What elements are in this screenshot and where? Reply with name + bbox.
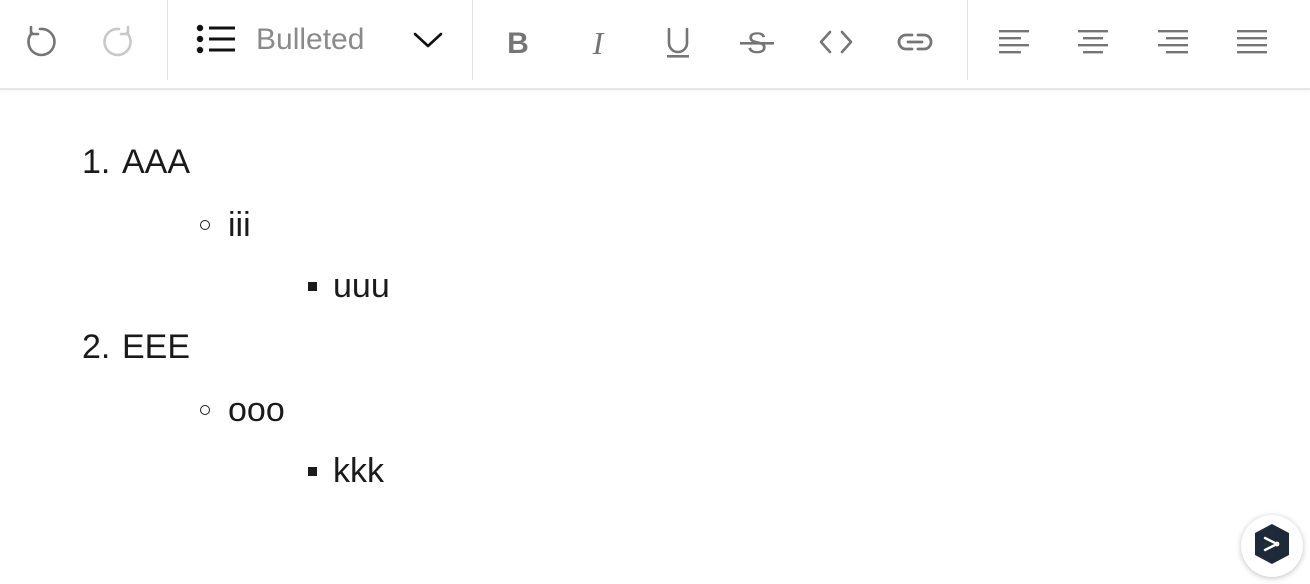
square-bullet-icon — [308, 467, 317, 476]
strikethrough-button[interactable]: S — [730, 15, 784, 69]
assistant-logo-icon — [1252, 522, 1292, 571]
editor-content-area[interactable]: 1. AAA iii uuu 2. EEE ooo kkk — [0, 90, 1310, 584]
undo-icon — [22, 24, 58, 60]
list-number: 2. — [82, 328, 111, 366]
align-justify-button[interactable] — [1225, 15, 1279, 69]
svg-text:I: I — [592, 26, 605, 58]
italic-button[interactable]: I — [571, 15, 625, 69]
toolbar-separator — [967, 0, 968, 80]
undo-button[interactable] — [13, 15, 67, 69]
ordered-list-item[interactable]: 1. AAA — [82, 142, 190, 182]
align-left-icon — [998, 28, 1030, 56]
align-right-icon — [1157, 28, 1189, 56]
list-item-text: uuu — [333, 267, 390, 305]
align-center-icon — [1077, 28, 1109, 56]
code-icon — [818, 28, 854, 56]
bulleted-list-icon — [196, 24, 236, 61]
align-justify-icon — [1236, 28, 1268, 56]
redo-icon — [101, 24, 137, 60]
list-item-text: kkk — [333, 452, 384, 490]
redo-button[interactable] — [92, 15, 146, 69]
strikethrough-icon: S — [739, 25, 775, 59]
editor-toolbar: Bulleted B I S — [0, 0, 1310, 90]
underline-button[interactable] — [651, 15, 705, 69]
list-item-text: iii — [228, 206, 251, 244]
toolbar-separator — [472, 0, 473, 80]
bold-icon: B — [502, 26, 534, 58]
list-item-text: AAA — [122, 143, 191, 181]
chevron-down-icon — [412, 28, 444, 57]
list-number: 1. — [82, 143, 111, 181]
svg-text:B: B — [507, 27, 529, 58]
ordered-list-item[interactable]: 2. EEE — [82, 327, 190, 367]
bold-button[interactable]: B — [491, 15, 545, 69]
code-button[interactable] — [809, 15, 863, 69]
align-left-button[interactable] — [987, 15, 1041, 69]
list-item-text: ooo — [228, 391, 285, 429]
align-center-button[interactable] — [1066, 15, 1120, 69]
circle-bullet-icon — [200, 405, 210, 415]
link-button[interactable] — [888, 15, 942, 69]
list-item-text: EEE — [122, 328, 191, 366]
link-icon — [896, 30, 934, 54]
square-bullet-icon — [308, 282, 317, 291]
underline-icon — [662, 25, 694, 59]
toolbar-separator — [167, 0, 168, 80]
assistant-button[interactable] — [1241, 515, 1303, 577]
block-format-select[interactable]: Bulleted — [190, 10, 454, 70]
italic-icon: I — [582, 26, 614, 58]
align-right-button[interactable] — [1146, 15, 1200, 69]
circle-bullet-icon — [200, 220, 210, 230]
format-select-value: Bulleted — [256, 23, 365, 56]
